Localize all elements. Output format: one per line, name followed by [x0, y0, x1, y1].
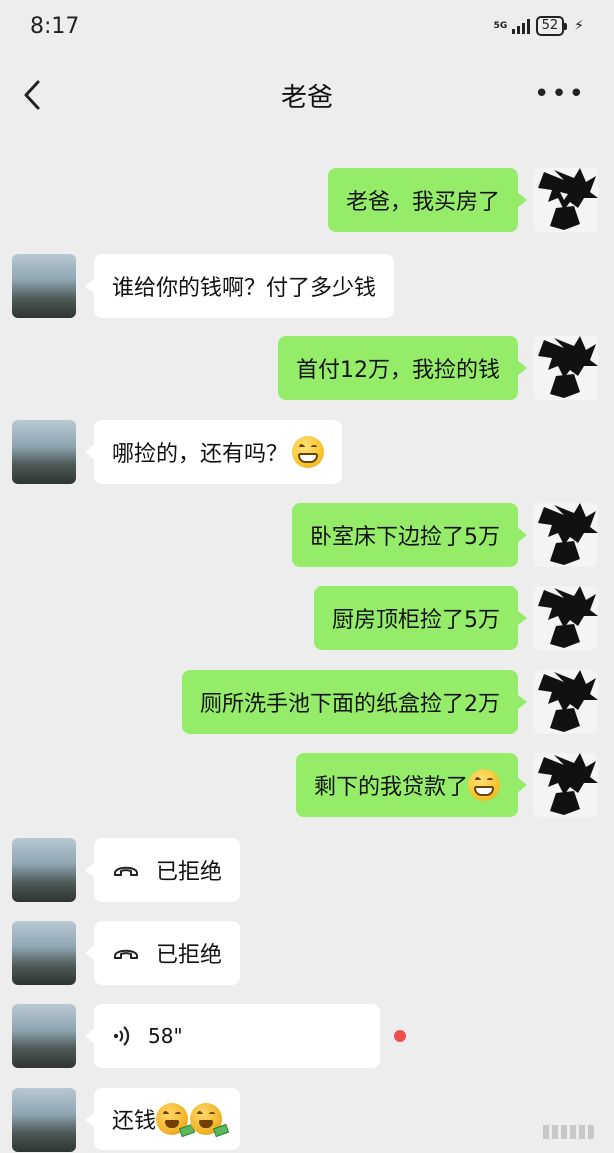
- grin-emoji-icon: [468, 769, 500, 801]
- battery-icon: 52: [535, 16, 567, 36]
- dad-avatar[interactable]: [12, 838, 76, 902]
- signal-icon: [511, 18, 530, 34]
- dad-avatar[interactable]: [12, 921, 76, 985]
- dad-avatar[interactable]: [12, 254, 76, 318]
- message-text: 老爸，我买房了: [345, 190, 500, 215]
- dad-avatar[interactable]: [12, 1088, 76, 1152]
- message-bubble[interactable]: 厕所洗手池下面的纸盒捡了2万: [182, 670, 527, 734]
- chat-title: 老爸: [280, 82, 333, 113]
- status-indicators: 5G 52 ⚡: [494, 16, 584, 36]
- money-mouth-emoji-icon: [190, 1103, 230, 1138]
- my-avatar[interactable]: [534, 586, 598, 650]
- call-record-bubble[interactable]: 已拒绝: [84, 921, 241, 985]
- grin-emoji-icon: [292, 436, 325, 468]
- message-bubble[interactable]: 老爸，我买房了: [327, 168, 528, 232]
- message-text: 卧室床下边捡了5万: [310, 525, 500, 550]
- unread-dot: [394, 1030, 406, 1042]
- status-time: 8:17: [30, 13, 80, 39]
- more-options-button[interactable]: •••: [534, 81, 586, 107]
- message-bubble[interactable]: 首付12万，我捡的钱: [278, 336, 527, 400]
- message-bubble[interactable]: 谁给你的钱啊？付了多少钱: [84, 254, 395, 318]
- call-status-text: 已拒绝: [156, 943, 223, 968]
- my-avatar[interactable]: [534, 503, 598, 567]
- message-text: 厨房顶柜捡了5万: [332, 608, 500, 633]
- voice-message-bubble[interactable]: 58": [85, 1004, 380, 1068]
- my-avatar[interactable]: [534, 670, 598, 734]
- message-bubble[interactable]: 哪捡的，还有吗？: [84, 420, 343, 484]
- my-avatar[interactable]: [534, 753, 598, 817]
- message-text: 谁给你的钱啊？付了多少钱: [112, 276, 377, 301]
- message-text: 哪捡的，还有吗？: [112, 442, 289, 467]
- voice-duration: 58": [148, 1024, 183, 1048]
- message-text: 厕所洗手池下面的纸盒捡了2万: [200, 692, 500, 717]
- chat-header: 老爸 •••: [0, 60, 614, 130]
- message-bubble[interactable]: 还钱: [84, 1088, 241, 1150]
- battery-level: 52: [541, 18, 559, 33]
- message-bubble[interactable]: 厨房顶柜捡了5万: [314, 586, 527, 650]
- voice-icon: [113, 1026, 130, 1046]
- message-text: 首付12万，我捡的钱: [296, 358, 500, 383]
- status-bar: 8:17 5G 52 ⚡: [0, 0, 614, 52]
- my-avatar[interactable]: [534, 168, 598, 232]
- network-type: 5G: [493, 20, 508, 31]
- dad-avatar[interactable]: [12, 1004, 76, 1068]
- call-record-bubble[interactable]: 已拒绝: [84, 838, 241, 902]
- money-mouth-emoji-icon: [156, 1103, 196, 1138]
- message-text: 还钱: [112, 1109, 157, 1134]
- message-bubble[interactable]: 剩下的我贷款了: [295, 753, 528, 817]
- message-text: 剩下的我贷款了: [313, 775, 468, 800]
- my-avatar[interactable]: [534, 336, 598, 400]
- message-bubble[interactable]: 卧室床下边捡了5万: [292, 503, 527, 567]
- call-status-text: 已拒绝: [156, 860, 223, 885]
- watermark-mark: [543, 1125, 594, 1139]
- phone-hangup-icon: [114, 949, 138, 959]
- dad-avatar[interactable]: [12, 420, 76, 484]
- charging-icon: ⚡: [574, 18, 584, 34]
- phone-hangup-icon: [114, 866, 138, 876]
- back-arrow-icon[interactable]: [20, 78, 48, 112]
